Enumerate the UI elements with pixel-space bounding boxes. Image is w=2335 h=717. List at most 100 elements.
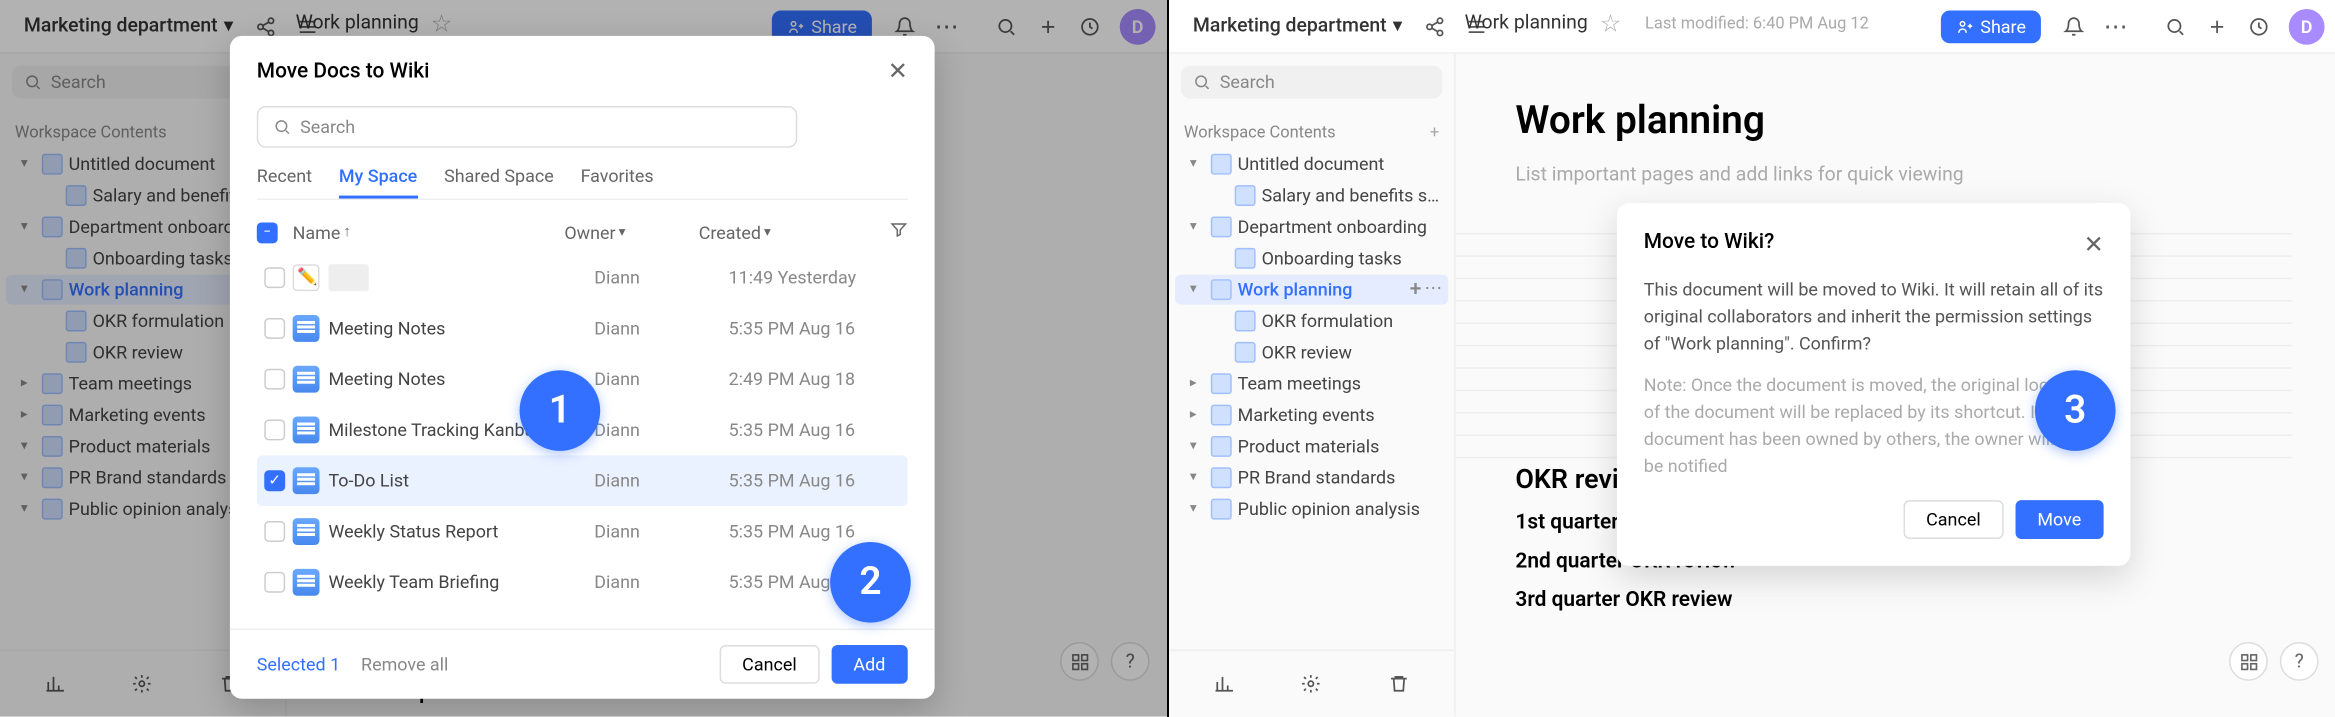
bell-icon[interactable]	[2053, 5, 2095, 47]
tree-item[interactable]: ▸Team meetings	[1175, 369, 1448, 399]
tree-label: OKR review	[1262, 342, 1352, 363]
row-created: 5:35 PM Aug 16	[729, 470, 908, 491]
col-created[interactable]: Created	[699, 222, 761, 243]
row-checkbox[interactable]	[264, 369, 285, 390]
search-icon[interactable]	[2154, 5, 2196, 47]
row-owner: Diann	[594, 470, 728, 491]
tree-item[interactable]: ▸Marketing events	[1175, 400, 1448, 430]
tree-item[interactable]: ▾Public opinion analysis	[1175, 494, 1448, 524]
list-row[interactable]: Weekly Team Briefing Diann 5:35 PM Aug 1…	[257, 557, 908, 608]
doc-icon	[1211, 216, 1232, 237]
tab[interactable]: Recent	[257, 166, 312, 199]
workspace-name: Marketing department	[1193, 15, 1387, 37]
row-checkbox[interactable]	[264, 420, 285, 441]
close-icon[interactable]: ✕	[888, 57, 908, 85]
tree-item[interactable]: Salary and benefits system	[1175, 181, 1448, 211]
doc-icon	[293, 264, 320, 291]
chevron-icon[interactable]: ▸	[1190, 376, 1205, 391]
doc-icon	[293, 315, 320, 342]
add-content-icon[interactable]: +	[1430, 122, 1439, 141]
chevron-icon[interactable]: ▾	[1190, 502, 1205, 517]
col-owner[interactable]: Owner	[564, 222, 615, 243]
move-button[interactable]: Move	[2015, 500, 2104, 539]
tree-item[interactable]: OKR review	[1175, 337, 1448, 367]
row-owner: Diann	[594, 521, 728, 542]
chevron-icon[interactable]: ▾	[1190, 157, 1205, 172]
tree-item[interactable]: ▾Untitled document	[1175, 149, 1448, 179]
row-name: Meeting Notes	[328, 318, 445, 339]
tree-item[interactable]: ▾Department onboarding	[1175, 212, 1448, 242]
search-placeholder: Search	[1220, 72, 1275, 93]
help-icon[interactable]: ?	[2280, 642, 2319, 681]
modal-search-input[interactable]: Search	[257, 106, 797, 148]
list-row[interactable]: Diann 11:49 Yesterday	[257, 252, 908, 303]
chevron-down-icon: ▾	[1393, 15, 1403, 37]
avatar[interactable]: D	[2289, 8, 2325, 44]
row-name: Milestone Tracking Kanban	[328, 420, 544, 441]
page-title: Work planning	[1515, 99, 2276, 144]
more-icon[interactable]: ⋯	[2095, 5, 2137, 47]
catalog-icon[interactable]	[2229, 642, 2268, 681]
plus-icon[interactable]	[2196, 5, 2238, 47]
doc-icon	[293, 569, 320, 596]
doc-icon	[1235, 311, 1256, 332]
remove-all-button[interactable]: Remove all	[361, 654, 448, 675]
row-name	[328, 267, 368, 288]
last-modified: Last modified: 6:40 PM Aug 12	[1645, 13, 1869, 32]
tree-label: Onboarding tasks	[1262, 248, 1402, 269]
clock-icon[interactable]	[2238, 5, 2280, 47]
row-checkbox[interactable]	[264, 521, 285, 542]
list-row[interactable]: Weekly Status Report Diann 5:35 PM Aug 1…	[257, 506, 908, 557]
row-name: Weekly Status Report	[328, 521, 498, 542]
settings-icon[interactable]	[1291, 663, 1333, 705]
share-button[interactable]: Share	[1941, 10, 2040, 43]
chevron-down-icon: ▾	[764, 225, 771, 240]
sidebar-search[interactable]: Search	[1181, 66, 1442, 99]
doc-icon	[293, 467, 320, 494]
row-checkbox[interactable]: ✓	[264, 470, 285, 491]
tree-item[interactable]: ▾ Work planning + ⋯	[1175, 275, 1448, 305]
row-owner: Diann	[594, 420, 728, 441]
col-name[interactable]: Name	[293, 222, 341, 243]
list-row[interactable]: ✓ To-Do List Diann 5:35 PM Aug 16	[257, 455, 908, 506]
row-created: 11:49 Yesterday	[729, 267, 908, 288]
tree-item[interactable]: ▾ Product materials	[1175, 431, 1448, 461]
tree-label: Work planning	[1238, 279, 1353, 300]
cancel-button[interactable]: Cancel	[720, 645, 819, 684]
share-label: Share	[1980, 16, 2026, 37]
add-button[interactable]: Add	[831, 645, 908, 684]
doc-icon	[1235, 342, 1256, 363]
tab[interactable]: Favorites	[581, 166, 654, 199]
tree-item[interactable]: OKR formulation	[1175, 306, 1448, 336]
star-icon[interactable]: ☆	[1600, 9, 1621, 37]
chevron-icon[interactable]: ▸	[1190, 408, 1205, 423]
list-row[interactable]: Meeting Notes Diann 5:35 PM Aug 16	[257, 303, 908, 354]
placeholder-text[interactable]: List important pages and add links for q…	[1515, 164, 2276, 186]
add-icon[interactable]: +	[1410, 278, 1422, 302]
chevron-icon[interactable]: ▾	[1190, 282, 1205, 297]
doc-icon	[293, 417, 320, 444]
row-checkbox[interactable]	[264, 572, 285, 593]
chevron-icon[interactable]: ▾	[1190, 439, 1205, 454]
cancel-button[interactable]: Cancel	[1904, 500, 2003, 539]
workspace-dropdown[interactable]: Marketing department ▾	[1181, 9, 1414, 43]
tab[interactable]: Shared Space	[444, 166, 554, 199]
chevron-icon[interactable]: ▾	[1190, 470, 1205, 485]
tree-label: Product materials	[1238, 436, 1380, 457]
filter-icon[interactable]	[878, 221, 908, 243]
row-checkbox[interactable]	[264, 318, 285, 339]
share-tree-icon[interactable]	[1414, 5, 1456, 47]
doc-icon	[1211, 373, 1232, 394]
tab[interactable]: My Space	[339, 166, 417, 199]
stats-icon[interactable]	[1204, 663, 1246, 705]
row-checkbox[interactable]	[264, 267, 285, 288]
close-icon[interactable]: ✕	[2084, 230, 2104, 258]
tree-item[interactable]: Onboarding tasks	[1175, 243, 1448, 273]
row-owner: Diann	[594, 267, 728, 288]
trash-icon[interactable]	[1378, 663, 1420, 705]
select-all-checkbox[interactable]: −	[257, 222, 278, 243]
doc-icon	[1211, 405, 1232, 426]
chevron-icon[interactable]: ▾	[1190, 219, 1205, 234]
tree-item[interactable]: ▾PR Brand standards	[1175, 463, 1448, 493]
more-icon[interactable]: ⋯	[1424, 278, 1442, 302]
